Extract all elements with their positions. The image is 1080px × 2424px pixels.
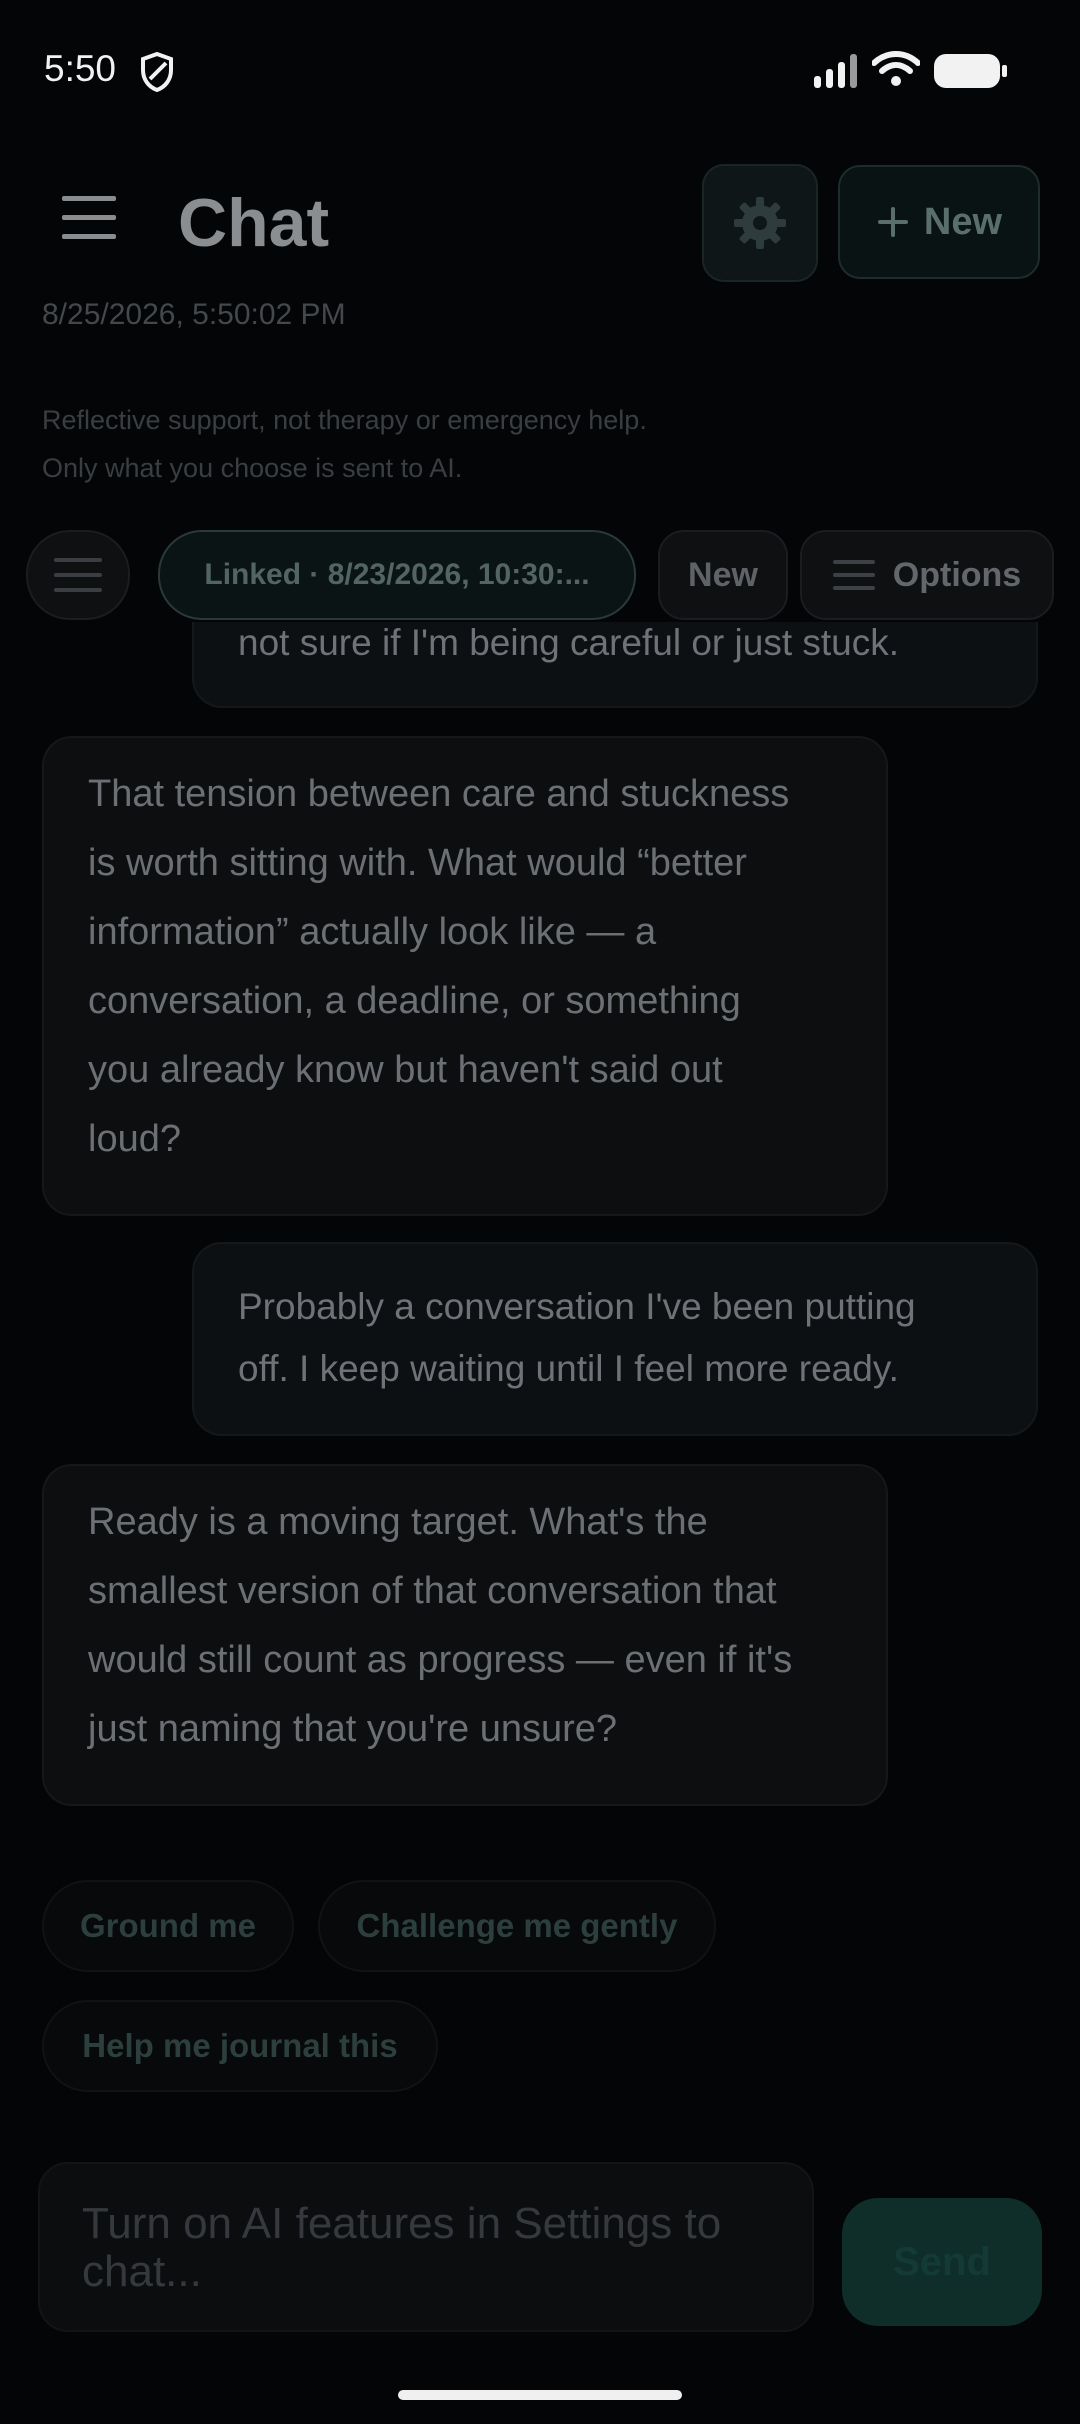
shield-icon [141,52,173,92]
cellular-signal-icon [814,54,857,88]
user-message: Probably a conversation I've been puttin… [192,1242,1038,1436]
message-line: Ready is a moving target. What's the [88,1501,708,1543]
message-line: you already know but haven't said out [88,1049,723,1091]
suggestion-chip-ground-me[interactable]: Ground me [42,1880,294,1972]
message-line: smallest version of that conversation th… [88,1570,777,1612]
message-line: not sure if I'm being careful or just st… [238,622,900,663]
status-time: 5:50 [44,48,117,89]
options-label: Options [892,555,1022,594]
suggestion-chip-challenge-me[interactable]: Challenge me gently [318,1880,716,1972]
message-list[interactable]: not sure if I'm being careful or just st… [0,622,1080,1822]
plus-icon [877,207,908,237]
message-line: loud? [88,1118,181,1160]
hamburger-menu-icon[interactable] [58,192,122,244]
disclaimer-line: Only what you choose is sent to AI. [42,453,463,483]
disclaimer-line: Reflective support, not therapy or emerg… [42,405,647,435]
session-timestamp: 8/25/2026, 5:50:02 PM [42,298,346,331]
settings-button[interactable] [702,164,818,282]
message-line: is worth sitting with. What would “bette… [88,842,747,884]
input-placeholder-line: chat... [82,2247,202,2296]
message-input[interactable]: Turn on AI features in Settings to chat.… [38,2162,814,2332]
user-message: not sure if I'm being careful or just st… [192,622,1038,708]
message-line: information” actually look like — a [88,911,657,953]
assistant-message: That tension between care and stuckness … [42,736,888,1216]
list-icon [832,560,875,590]
home-indicator[interactable] [398,2390,682,2400]
send-button[interactable]: Send [842,2198,1042,2326]
message-line: That tension between care and stuckness [88,773,790,815]
input-placeholder-line: Turn on AI features in Settings to [82,2199,722,2248]
message-line: would still count as progress — even if … [88,1639,793,1681]
options-button[interactable]: Options [800,530,1054,620]
sessions-menu-button[interactable] [26,530,130,620]
linked-session-pill[interactable]: Linked · 8/23/2026, 10:30:... [158,530,636,620]
list-icon [54,558,102,592]
new-chat-label: New [923,200,1003,243]
battery-icon [934,54,1007,88]
suggestion-chip-journal[interactable]: Help me journal this [42,2000,438,2092]
page-title: Chat [178,185,330,261]
gear-icon [734,197,786,249]
message-line: conversation, a deadline, or something [88,980,741,1022]
message-line: off. I keep waiting until I feel more re… [238,1348,899,1389]
message-line: just naming that you're unsure? [88,1708,618,1750]
message-line: Probably a conversation I've been puttin… [238,1286,916,1327]
disclaimer: Reflective support, not therapy or emerg… [42,396,647,492]
new-session-button[interactable]: New [658,530,788,620]
wifi-icon [872,51,920,86]
assistant-message: Ready is a moving target. What's the sma… [42,1464,888,1806]
new-chat-button[interactable]: New [838,165,1040,279]
